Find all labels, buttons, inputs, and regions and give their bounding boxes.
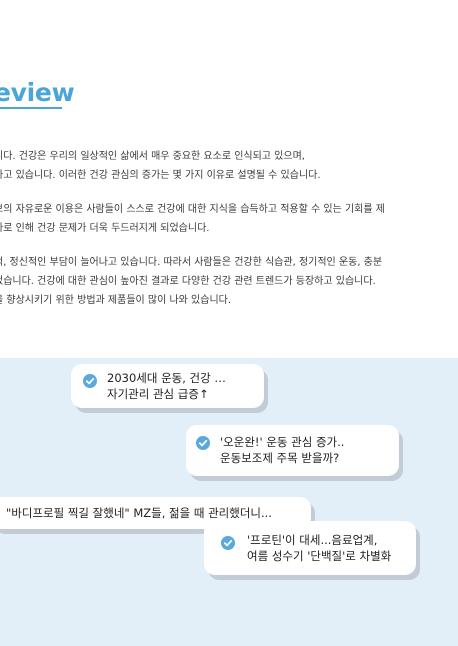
page-title: eview: [0, 78, 75, 107]
headline-line: "바디프로필 찍길 잘했네" MZ들, 젊을 때 관리했더니...: [6, 506, 272, 520]
paragraph-line: 보의 자유로운 이용은 사람들이 스스로 건강에 대한 지식을 습득하고 적용할…: [0, 204, 385, 215]
headline-line: 2030세대 운동, 건강 …: [107, 371, 226, 385]
paragraph-line: 니다. 건강은 우리의 일상적인 삶에서 매우 중요한 요소로 인식되고 있으며…: [0, 151, 305, 162]
paragraph-line: 하로 인해 건강 문제가 더욱 두드러지게 되었습니다.: [0, 223, 210, 234]
headline-bubble: '프로틴'이 대세...음료업계, 여름 성수기 '단백질'로 차별화: [204, 521, 416, 575]
body-paragraph: 적, 정신적인 부담이 늘어나고 있습니다. 따라서 사람들은 건강한 식습관,…: [0, 253, 382, 310]
headline-bubble: 2030세대 운동, 건강 … 자기관리 관심 급증↑: [71, 364, 264, 408]
heading-underline: [0, 107, 62, 109]
body-paragraph: 니다. 건강은 우리의 일상적인 삶에서 매우 중요한 요소로 인식되고 있으며…: [0, 147, 321, 185]
headline-line: 운동보조제 주목 받을까?: [220, 451, 340, 465]
body-paragraph: 보의 자유로운 이용은 사람들이 스스로 건강에 대한 지식을 습득하고 적용할…: [0, 200, 385, 238]
check-circle-icon: [221, 536, 235, 550]
paragraph-line: 하고 있습니다. 이러한 건강 관심의 증가는 몇 가지 이유로 설명될 수 있…: [0, 170, 321, 181]
headline-line: '프로틴'이 대세...음료업계,: [247, 533, 378, 547]
headline-bubble: '오운완!' 운동 관심 증가.. 운동보조제 주목 받을까?: [186, 425, 399, 476]
paragraph-line: 었습니다. 건강에 대한 관심이 높아진 결과로 다양한 건강 관련 트렌드가 …: [0, 276, 376, 287]
headline-line: 여름 성수기 '단백질'로 차별화: [247, 549, 392, 563]
paragraph-line: 을 향상시키기 위한 방법과 제품들이 많이 나와 있습니다.: [0, 295, 232, 306]
check-circle-icon: [196, 436, 210, 450]
paragraph-line: 적, 정신적인 부담이 늘어나고 있습니다. 따라서 사람들은 건강한 식습관,…: [0, 257, 383, 268]
headline-line: 자기관리 관심 급증↑: [107, 387, 209, 401]
check-circle-icon: [83, 374, 97, 388]
headline-line: '오운완!' 운동 관심 증가..: [220, 435, 345, 449]
